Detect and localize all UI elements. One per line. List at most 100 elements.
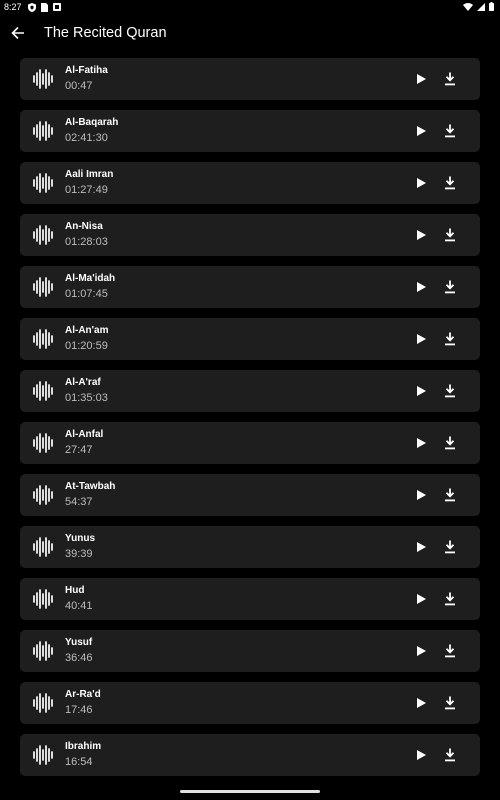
track-info: Al-A'raf 01:35:03 bbox=[65, 376, 108, 406]
track-list: Al-Fatiha 00:47 Al-Baqarah 02:41:30 Aali Imr… bbox=[20, 58, 480, 786]
track-duration: 16:54 bbox=[65, 756, 93, 768]
track-row[interactable]: Al-A'raf 01:35:03 bbox=[20, 370, 480, 412]
download-icon[interactable] bbox=[442, 226, 458, 244]
play-icon[interactable] bbox=[413, 747, 429, 763]
track-row[interactable]: Yunus 39:39 bbox=[20, 526, 480, 568]
track-name: Yunus bbox=[65, 533, 96, 544]
track-info: Yunus 39:39 bbox=[65, 532, 95, 562]
track-row[interactable]: Al-Anfal 27:47 bbox=[20, 422, 480, 464]
status-notification-icons bbox=[27, 2, 61, 12]
track-row[interactable]: Ar-Ra'd 17:46 bbox=[20, 682, 480, 724]
track-duration: 01:27:49 bbox=[65, 184, 108, 196]
track-name: Yusuf bbox=[65, 637, 93, 648]
download-icon[interactable] bbox=[442, 590, 458, 608]
track-name: Al-Baqarah bbox=[65, 117, 119, 128]
download-icon[interactable] bbox=[442, 122, 458, 140]
play-icon[interactable] bbox=[413, 123, 429, 139]
download-icon[interactable] bbox=[442, 278, 458, 296]
track-row[interactable]: At-Tawbah 54:37 bbox=[20, 474, 480, 516]
download-icon[interactable] bbox=[442, 382, 458, 400]
play-icon[interactable] bbox=[413, 487, 429, 503]
gesture-handle[interactable] bbox=[180, 789, 320, 793]
status-system-icons bbox=[463, 2, 494, 11]
signal-icon bbox=[477, 2, 485, 11]
track-info: Ibrahim 16:54 bbox=[65, 740, 101, 770]
audio-wave-icon bbox=[32, 692, 54, 714]
track-row[interactable]: Aali Imran 01:27:49 bbox=[20, 162, 480, 204]
track-name: Hud bbox=[65, 585, 85, 596]
audio-wave-icon bbox=[32, 588, 54, 610]
download-icon[interactable] bbox=[442, 642, 458, 660]
play-icon[interactable] bbox=[413, 435, 429, 451]
audio-wave-icon bbox=[32, 536, 54, 558]
play-icon[interactable] bbox=[413, 227, 429, 243]
track-name: An-Nisa bbox=[65, 221, 103, 232]
download-icon[interactable] bbox=[442, 746, 458, 764]
audio-wave-icon bbox=[32, 224, 54, 246]
track-duration: 00:47 bbox=[65, 80, 93, 92]
track-duration: 39:39 bbox=[65, 548, 93, 560]
track-name: Ibrahim bbox=[65, 741, 102, 752]
download-icon[interactable] bbox=[442, 538, 458, 556]
download-icon[interactable] bbox=[442, 70, 458, 88]
track-info: Yusuf 36:46 bbox=[65, 636, 93, 666]
track-info: Al-Fatiha 00:47 bbox=[65, 64, 108, 94]
play-icon[interactable] bbox=[413, 539, 429, 555]
track-duration: 17:46 bbox=[65, 704, 93, 716]
play-icon[interactable] bbox=[413, 331, 429, 347]
audio-wave-icon bbox=[32, 744, 54, 766]
track-name: Al-Anfal bbox=[65, 429, 104, 440]
track-duration: 01:20:59 bbox=[65, 340, 108, 352]
track-info: Aali Imran 01:27:49 bbox=[65, 168, 113, 198]
download-icon[interactable] bbox=[442, 434, 458, 452]
track-row[interactable]: An-Nisa 01:28:03 bbox=[20, 214, 480, 256]
audio-wave-icon bbox=[32, 640, 54, 662]
navigation-bar bbox=[0, 776, 500, 800]
download-icon[interactable] bbox=[442, 174, 458, 192]
sim-card-icon bbox=[40, 2, 48, 12]
track-info: Al-An'am 01:20:59 bbox=[65, 324, 109, 354]
audio-wave-icon bbox=[32, 172, 54, 194]
track-info: Al-Ma'idah 01:07:45 bbox=[65, 272, 115, 302]
play-icon[interactable] bbox=[413, 383, 429, 399]
track-row[interactable]: Al-Fatiha 00:47 bbox=[20, 58, 480, 100]
track-duration: 27:47 bbox=[65, 444, 93, 456]
track-info: Al-Anfal 27:47 bbox=[65, 428, 103, 458]
audio-wave-icon bbox=[32, 120, 54, 142]
play-icon[interactable] bbox=[413, 591, 429, 607]
play-icon[interactable] bbox=[413, 71, 429, 87]
audio-wave-icon bbox=[32, 68, 54, 90]
track-row[interactable]: Al-Ma'idah 01:07:45 bbox=[20, 266, 480, 308]
track-info: An-Nisa 01:28:03 bbox=[65, 220, 108, 250]
track-duration: 36:46 bbox=[65, 652, 93, 664]
track-row[interactable]: Ibrahim 16:54 bbox=[20, 734, 480, 776]
track-row[interactable]: Al-An'am 01:20:59 bbox=[20, 318, 480, 360]
back-button[interactable] bbox=[8, 23, 28, 43]
track-name: Al-An'am bbox=[65, 325, 109, 336]
track-duration: 01:07:45 bbox=[65, 288, 108, 300]
track-info: Hud 40:41 bbox=[65, 584, 93, 614]
play-icon[interactable] bbox=[413, 643, 429, 659]
battery-icon bbox=[489, 2, 494, 11]
track-row[interactable]: Yusuf 36:46 bbox=[20, 630, 480, 672]
audio-wave-icon bbox=[32, 432, 54, 454]
download-icon[interactable] bbox=[442, 330, 458, 348]
track-duration: 40:41 bbox=[65, 600, 93, 612]
play-icon[interactable] bbox=[413, 695, 429, 711]
track-row[interactable]: Al-Baqarah 02:41:30 bbox=[20, 110, 480, 152]
track-row[interactable]: Hud 40:41 bbox=[20, 578, 480, 620]
play-icon[interactable] bbox=[413, 279, 429, 295]
app-bar: The Recited Quran bbox=[0, 14, 500, 52]
track-name: Aali Imran bbox=[65, 169, 114, 180]
download-icon[interactable] bbox=[442, 694, 458, 712]
track-duration: 54:37 bbox=[65, 496, 93, 508]
track-info: At-Tawbah 54:37 bbox=[65, 480, 115, 510]
play-icon[interactable] bbox=[413, 175, 429, 191]
arrow-back-icon bbox=[11, 26, 24, 40]
wifi-icon bbox=[463, 2, 473, 11]
audio-wave-icon bbox=[32, 276, 54, 298]
page-title: The Recited Quran bbox=[44, 25, 167, 41]
app-notification-icon bbox=[52, 3, 61, 11]
track-info: Al-Baqarah 02:41:30 bbox=[65, 116, 118, 146]
download-icon[interactable] bbox=[442, 486, 458, 504]
